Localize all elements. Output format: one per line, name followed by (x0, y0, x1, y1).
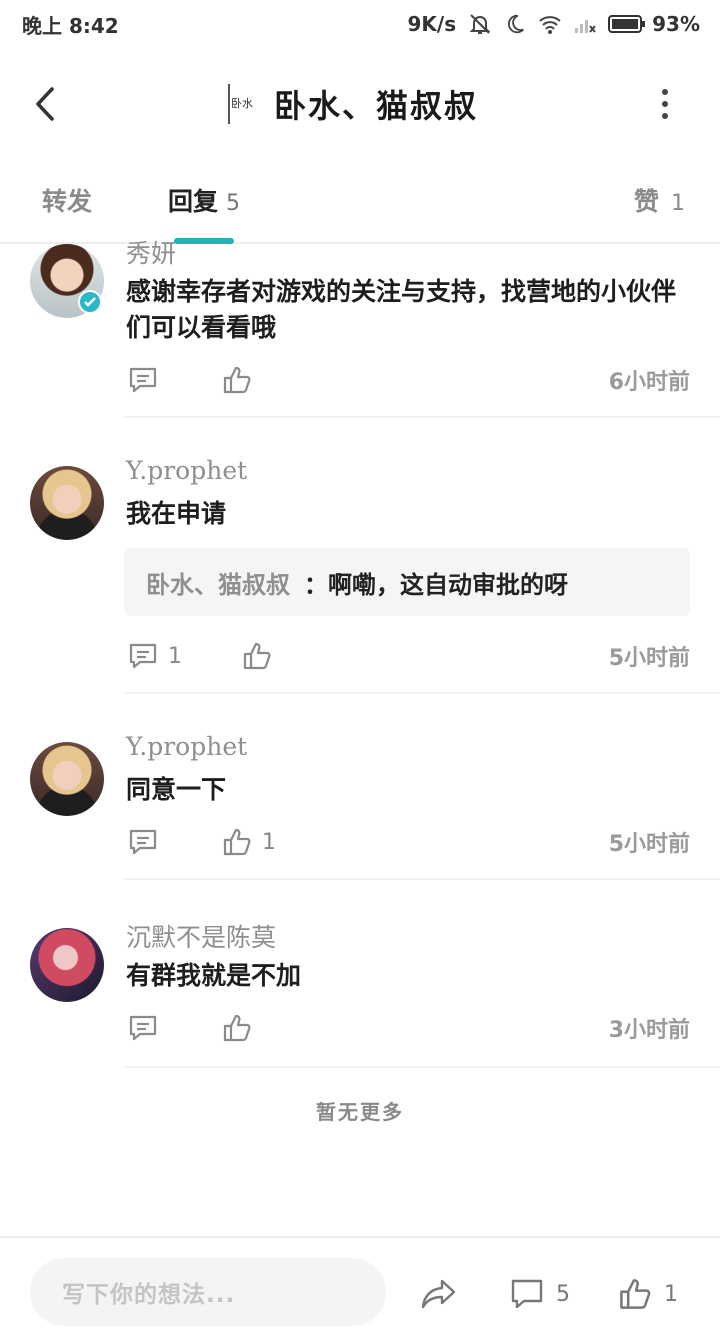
signal-icon (574, 14, 596, 34)
comment-author[interactable]: Y.prophet (126, 456, 247, 485)
comment-actions: 1 5小时前 (124, 636, 690, 676)
mute-bell-icon (468, 12, 492, 36)
quoted-reply[interactable]: 卧水、猫叔叔 ：啊嘞，这自动审批的呀 (124, 548, 690, 616)
avatar[interactable] (30, 466, 104, 540)
quote-author[interactable]: 卧水、猫叔叔 (146, 565, 290, 600)
comment-text: 同意一下 (126, 775, 227, 804)
thumbs-up-icon (223, 366, 251, 394)
divider (124, 692, 720, 694)
tab-like-label: 赞 (634, 187, 660, 216)
more-dot (662, 113, 668, 119)
comment-author[interactable]: 秀妍 (126, 234, 176, 270)
comment-input[interactable]: 写下你的想法... (30, 1258, 386, 1326)
list-item: 沉默不是陈莫 有群我就是不加 3小时前 (0, 882, 720, 1070)
tab-forward[interactable]: 转发 (42, 182, 92, 218)
comment-text: 有群我就是不加 (126, 961, 302, 990)
divider (124, 416, 720, 418)
like-button[interactable]: 1 (222, 822, 276, 862)
header-title-group[interactable]: 卧水 卧水、猫叔叔 (228, 82, 478, 126)
tab-forward-label: 转发 (42, 187, 93, 216)
tab-like-count: 1 (671, 191, 686, 216)
comments-button[interactable]: 5 (510, 1274, 570, 1314)
tab-bar: 转发 回复 5 赞1 (0, 172, 720, 244)
comment-actions: 6小时前 (124, 360, 690, 400)
comment-text: 我在申请 (126, 499, 227, 528)
top-header: 卧水 卧水、猫叔叔 (0, 60, 720, 150)
like-button[interactable] (222, 1008, 252, 1048)
comment-icon (129, 1015, 157, 1041)
list-item: Y.prophet 我在申请 卧水、猫叔叔 ：啊嘞，这自动审批的呀 1 5小时前 (0, 420, 720, 696)
comment-icon (129, 643, 157, 669)
thumbs-up-icon (223, 1014, 251, 1042)
more-button[interactable] (650, 84, 680, 124)
comment-time: 5小时前 (608, 832, 690, 857)
comment-actions: 1 5小时前 (124, 822, 690, 862)
battery-icon (608, 15, 646, 33)
title-avatar: 卧水 (228, 84, 254, 124)
thumbs-up-icon (223, 828, 251, 856)
net-speed: 9K/s (407, 12, 457, 36)
comment-author[interactable]: Y.prophet (126, 732, 247, 761)
comment-text: 感谢幸存者对游戏的关注与支持，找营地的小伙伴们可以看看哦 (126, 277, 677, 342)
quote-text: ：啊嘞，这自动审批的呀 (304, 570, 568, 599)
tab-reply[interactable]: 回复 5 (168, 182, 240, 218)
like-button[interactable] (222, 360, 252, 400)
divider (124, 878, 720, 880)
comment-input-placeholder: 写下你的想法... (62, 1282, 236, 1308)
status-icons: 9K/s 93% (408, 12, 701, 36)
moon-icon (504, 13, 526, 35)
reply-count: 1 (168, 643, 182, 669)
battery-indicator: 93% (608, 12, 700, 36)
status-time: 晚上 8:42 (22, 13, 119, 38)
bottom-like-count: 1 (664, 1281, 678, 1307)
verified-check-icon (78, 290, 102, 314)
more-dot (662, 101, 668, 107)
comment-time: 5小时前 (608, 646, 690, 671)
no-more-label: 暂无更多 (316, 1100, 404, 1124)
status-bar: 晚上 8:42 9K/s 93% (0, 0, 720, 48)
thumbs-up-icon (243, 642, 271, 670)
tab-reply-count: 5 (226, 191, 241, 216)
avatar[interactable] (30, 742, 104, 816)
reply-button[interactable] (128, 1008, 158, 1048)
comment-actions: 3小时前 (124, 1008, 690, 1048)
back-button[interactable] (24, 80, 64, 128)
comment-icon (511, 1279, 543, 1309)
battery-percent: 93% (652, 12, 700, 36)
thumbs-up-icon (620, 1279, 651, 1309)
list-item: Y.prophet 同意一下 1 5小时前 (0, 696, 720, 882)
avatar[interactable] (30, 928, 104, 1002)
page-title: 卧水、猫叔叔 (274, 87, 479, 125)
tab-like[interactable]: 赞1 (634, 182, 685, 218)
back-arrow-icon (36, 87, 54, 121)
list-item: 秀妍 感谢幸存者对游戏的关注与支持，找营地的小伙伴们可以看看哦 6小时前 (0, 239, 720, 420)
comment-time: 3小时前 (608, 1018, 690, 1043)
more-vertical-icon (662, 89, 668, 95)
like-button[interactable] (242, 636, 272, 676)
share-icon (421, 1279, 456, 1309)
bottom-bar: 写下你的想法... 5 1 (0, 1236, 720, 1344)
reply-button[interactable] (128, 360, 158, 400)
wifi-icon (538, 13, 562, 35)
share-button[interactable] (420, 1274, 458, 1314)
comment-icon (129, 829, 157, 855)
like-count: 1 (262, 829, 276, 855)
comment-icon (129, 367, 157, 393)
divider (124, 1066, 720, 1068)
bottom-comment-count: 5 (556, 1281, 570, 1307)
comment-time: 6小时前 (608, 370, 690, 395)
tab-reply-label: 回复 (168, 187, 219, 216)
reply-button[interactable] (128, 822, 158, 862)
reply-button[interactable]: 1 (128, 636, 182, 676)
bottom-like-button[interactable]: 1 (618, 1274, 678, 1314)
comment-author[interactable]: 沉默不是陈莫 (126, 918, 276, 954)
